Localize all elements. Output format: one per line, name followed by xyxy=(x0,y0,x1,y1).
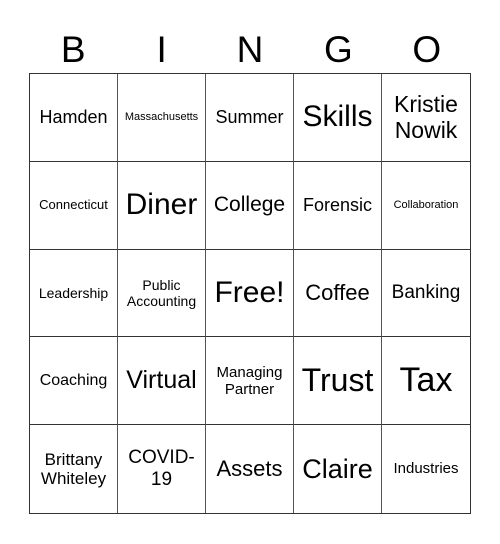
header-letter-g: G xyxy=(323,29,353,70)
bingo-header: B I N G O xyxy=(29,28,471,72)
bingo-cell[interactable]: Free! xyxy=(206,249,294,338)
bingo-cell[interactable]: COVID-19 xyxy=(118,425,206,513)
bingo-cell[interactable]: Leadership xyxy=(30,249,118,338)
bingo-cell[interactable]: Connecticut xyxy=(30,161,118,250)
bingo-cell[interactable]: Kristie Nowik xyxy=(382,74,470,162)
bingo-cell[interactable]: Skills xyxy=(294,74,382,162)
bingo-cell[interactable]: Virtual xyxy=(118,337,206,426)
header-letter-n: N xyxy=(236,29,264,70)
bingo-cell[interactable]: Trust xyxy=(294,337,382,426)
bingo-cell[interactable]: Banking xyxy=(382,250,470,338)
header-letter-i: I xyxy=(156,29,167,70)
bingo-cell[interactable]: Massachusetts xyxy=(118,74,206,162)
bingo-cell[interactable]: Brittany Whiteley xyxy=(30,425,118,513)
bingo-cell[interactable]: Coaching xyxy=(30,337,118,426)
bingo-cell[interactable]: Industries xyxy=(382,425,470,513)
bingo-cell[interactable]: Assets xyxy=(206,425,294,513)
bingo-cell[interactable]: Hamden xyxy=(30,74,118,162)
header-letter-o: O xyxy=(412,29,442,70)
bingo-cell[interactable]: Diner xyxy=(118,161,206,250)
bingo-cell[interactable]: Coffee xyxy=(294,249,382,338)
bingo-grid: Hamden Massachusetts Summer Skills Kristie N… xyxy=(29,73,471,514)
bingo-cell[interactable]: Public Accounting xyxy=(118,249,206,338)
bingo-cell[interactable]: Tax xyxy=(382,337,470,426)
bingo-cell[interactable]: Summer xyxy=(206,74,294,162)
header-letter-b: B xyxy=(60,29,86,70)
bingo-cell[interactable]: Collaboration xyxy=(382,162,470,250)
bingo-cell[interactable]: Forensic xyxy=(294,161,382,250)
bingo-cell[interactable]: Managing Partner xyxy=(206,337,294,426)
bingo-cell[interactable]: College xyxy=(206,161,294,250)
bingo-cell[interactable]: Claire xyxy=(294,425,382,513)
